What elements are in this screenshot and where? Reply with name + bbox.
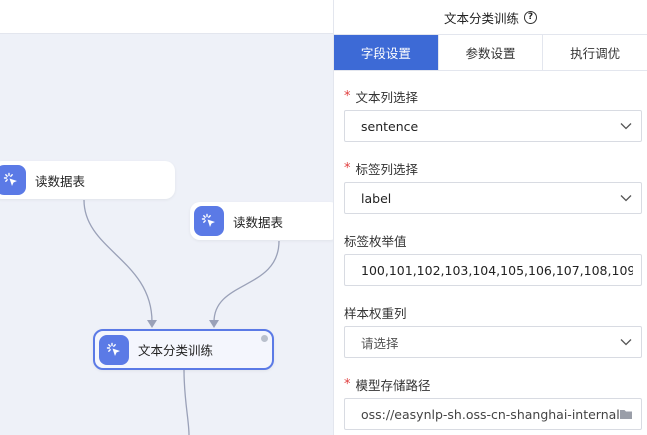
panel-header: 文本分类训练 ? xyxy=(334,0,647,34)
text-column-select[interactable]: sentence xyxy=(344,110,642,142)
help-icon[interactable]: ? xyxy=(524,10,537,24)
field-label: * 标签列选择 xyxy=(344,159,642,177)
required-mark: * xyxy=(344,160,351,176)
field-label-column: * 标签列选择 label xyxy=(344,159,642,214)
label-column-select[interactable]: label xyxy=(344,182,642,214)
node-status-dot xyxy=(261,335,268,342)
tab-bar: 字段设置 参数设置 执行调优 xyxy=(334,34,647,71)
node-label: 读数据表 xyxy=(35,173,86,189)
node-label: 读数据表 xyxy=(233,214,284,230)
chevron-down-icon xyxy=(620,123,632,130)
select-placeholder: 请选择 xyxy=(361,335,399,351)
panel-title: 文本分类训练 xyxy=(443,10,519,26)
field-label-text: 模型存储路径 xyxy=(355,377,431,393)
folder-icon[interactable] xyxy=(619,407,633,421)
field-label: 标签枚举值 xyxy=(344,231,642,249)
model-path-input[interactable]: oss://easynlp-sh.oss-cn-shanghai-interna… xyxy=(344,398,642,430)
pointer-click-icon xyxy=(194,206,224,236)
chevron-down-icon xyxy=(620,195,632,202)
required-mark: * xyxy=(344,88,351,104)
node-label: 文本分类训练 xyxy=(138,343,214,358)
field-label-text: 样本权重列 xyxy=(344,305,407,321)
field-model-path: * 模型存储路径 oss://easynlp-sh.oss-cn-shangha… xyxy=(344,375,642,430)
input-value: oss://easynlp-sh.oss-cn-shanghai-interna… xyxy=(361,406,619,422)
field-label: * 模型存储路径 xyxy=(344,375,642,393)
chevron-down-icon xyxy=(620,339,632,346)
config-panel: 文本分类训练 ? 字段设置 参数设置 执行调优 * 文本列选择 sentence… xyxy=(333,0,647,435)
field-label: 样本权重列 xyxy=(344,303,642,321)
node-read-table-2[interactable]: 读数据表 xyxy=(190,202,333,240)
tab-execution-tuning[interactable]: 执行调优 xyxy=(542,35,647,70)
edge-train-output xyxy=(183,369,190,435)
workflow-canvas[interactable]: 读数据表 读数据表 文本分类训练 xyxy=(0,0,333,435)
tab-parameter-settings[interactable]: 参数设置 xyxy=(437,35,543,70)
field-label-text: 标签列选择 xyxy=(355,161,419,177)
field-label-text: 标签枚举值 xyxy=(344,233,407,249)
required-mark: * xyxy=(344,376,351,392)
field-label-text: 文本列选择 xyxy=(355,89,419,105)
tab-field-settings[interactable]: 字段设置 xyxy=(334,35,438,70)
sample-weight-select[interactable]: 请选择 xyxy=(344,326,642,358)
input-value: 100,101,102,103,104,105,106,107,108,109,… xyxy=(361,262,633,278)
label-values-input[interactable]: 100,101,102,103,104,105,106,107,108,109,… xyxy=(344,254,642,286)
node-read-table-1[interactable]: 读数据表 xyxy=(0,161,175,199)
field-label-values: 标签枚举值 100,101,102,103,104,105,106,107,10… xyxy=(344,231,642,286)
node-text-classification-train[interactable]: 文本分类训练 xyxy=(93,329,274,370)
field-label: * 文本列选择 xyxy=(344,87,642,105)
select-value: label xyxy=(361,190,392,206)
field-sample-weight: 样本权重列 请选择 xyxy=(344,303,642,358)
edge-arrow-2 xyxy=(209,320,219,328)
edge-arrow-1 xyxy=(147,320,157,328)
edge-read-table-2-to-train xyxy=(213,240,280,323)
pointer-click-icon xyxy=(99,334,129,365)
edge-read-table-1-to-train xyxy=(83,199,153,323)
field-text-column: * 文本列选择 sentence xyxy=(344,87,642,142)
pointer-click-icon xyxy=(0,165,26,195)
select-value: sentence xyxy=(361,118,419,134)
